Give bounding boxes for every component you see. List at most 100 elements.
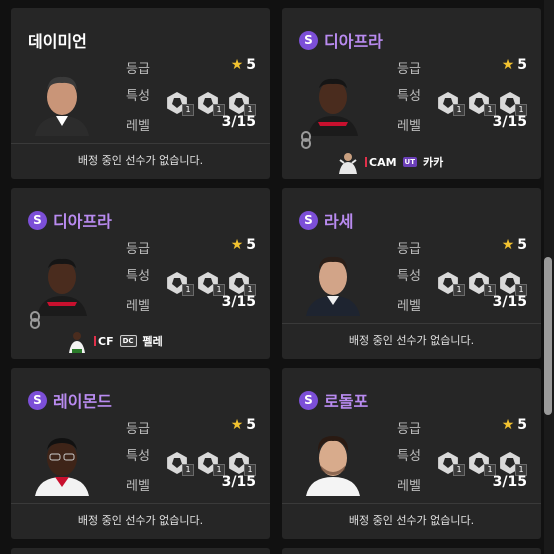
coach-name: S 로돌포 bbox=[299, 388, 368, 412]
assigned-player[interactable]: CF DC 펠레 bbox=[66, 329, 163, 353]
level-label: 레벨 bbox=[397, 479, 421, 494]
coach-name: S 라세 bbox=[299, 208, 353, 232]
coach-card-partial-right[interactable] bbox=[282, 548, 541, 554]
trait-label: 특성 bbox=[397, 449, 421, 464]
level-value: 3/15 bbox=[492, 294, 527, 310]
coach-name-text: 디아프라 bbox=[53, 212, 112, 231]
scrollbar-thumb[interactable] bbox=[544, 257, 552, 415]
grade-label: 등급 bbox=[397, 62, 421, 77]
coach-name: S 디아프라 bbox=[299, 28, 383, 52]
season-badge-icon: DC bbox=[119, 335, 137, 347]
coach-card-partial-left[interactable] bbox=[11, 548, 270, 554]
grade-value: ★ 5 bbox=[501, 57, 527, 73]
position-label: CAM bbox=[365, 156, 397, 169]
coach-card-2[interactable]: S 디아프라 등급 ★ 5 특성 1 1 1 레벨 3/15 CF DC 펠레 bbox=[11, 188, 270, 359]
no-player-text: 배정 중인 선수가 없습니다. bbox=[77, 514, 204, 527]
trait-icon[interactable]: 1 bbox=[197, 272, 225, 296]
star-icon: ★ bbox=[230, 57, 244, 73]
grade-value: ★ 5 bbox=[501, 237, 527, 253]
coach-name-text: 데이미언 bbox=[28, 32, 87, 51]
card-divider bbox=[11, 503, 270, 504]
season-badge-icon: UT bbox=[402, 157, 418, 167]
level-value: 3/15 bbox=[492, 114, 527, 130]
coach-card-0[interactable]: 데이미언 등급 ★ 5 특성 1 1 1 레벨 3/15 배정 중인 선수가 없습… bbox=[11, 8, 270, 179]
trait-icon[interactable]: 1 bbox=[468, 272, 496, 296]
star-icon: ★ bbox=[501, 417, 515, 433]
trait-icon[interactable]: 1 bbox=[197, 452, 225, 476]
coach-name-text: 로돌포 bbox=[324, 392, 369, 411]
star-icon: ★ bbox=[230, 237, 244, 253]
coach-name: S 레이몬드 bbox=[28, 388, 112, 412]
card-divider bbox=[11, 143, 270, 144]
card-divider bbox=[282, 323, 541, 324]
trait-icon[interactable]: 1 bbox=[499, 452, 527, 476]
trait-icon[interactable]: 1 bbox=[166, 272, 194, 296]
no-player-text: 배정 중인 선수가 없습니다. bbox=[348, 514, 475, 527]
grade-label: 등급 bbox=[126, 422, 150, 437]
trait-list: 1 1 1 bbox=[437, 92, 527, 116]
card-divider bbox=[282, 503, 541, 504]
special-badge-icon: S bbox=[299, 390, 318, 410]
coach-avatar bbox=[306, 436, 360, 496]
trait-icon[interactable]: 1 bbox=[437, 452, 465, 476]
position-label: CF bbox=[94, 335, 114, 348]
trait-list: 1 1 1 bbox=[437, 272, 527, 296]
coach-card-4[interactable]: S 레이몬드 등급 ★ 5 특성 1 1 1 레벨 3/15 배정 중인 선수가 … bbox=[11, 368, 270, 539]
trait-icon[interactable]: 1 bbox=[166, 452, 194, 476]
trait-icon[interactable]: 1 bbox=[197, 92, 225, 116]
coach-avatar bbox=[306, 256, 360, 316]
trait-icon[interactable]: 1 bbox=[499, 272, 527, 296]
grade-value: ★ 5 bbox=[230, 237, 256, 253]
star-icon: ★ bbox=[501, 237, 515, 253]
trait-icon[interactable]: 1 bbox=[228, 272, 256, 296]
special-badge-icon: S bbox=[299, 30, 318, 50]
trait-label: 특성 bbox=[126, 269, 150, 284]
level-value: 3/15 bbox=[221, 474, 256, 490]
coach-card-3[interactable]: S 라세 등급 ★ 5 특성 1 1 1 레벨 3/15 배정 중인 선수가 없습… bbox=[282, 188, 541, 359]
grade-value: ★ 5 bbox=[230, 417, 256, 433]
coach-name-text: 라세 bbox=[324, 212, 354, 231]
assigned-player-thumbnail bbox=[69, 332, 85, 353]
level-value: 3/15 bbox=[221, 114, 256, 130]
trait-icon[interactable]: 1 bbox=[228, 452, 256, 476]
assigned-player-name: 카카 bbox=[423, 156, 444, 169]
trait-icon[interactable]: 1 bbox=[166, 92, 194, 116]
coach-name: S 디아프라 bbox=[28, 208, 112, 232]
coach-avatar bbox=[308, 78, 358, 136]
grade-value: ★ 5 bbox=[501, 417, 527, 433]
trait-icon[interactable]: 1 bbox=[468, 452, 496, 476]
coach-name-text: 디아프라 bbox=[324, 32, 383, 51]
trait-label: 특성 bbox=[397, 269, 421, 284]
star-icon: ★ bbox=[230, 417, 244, 433]
coach-avatar bbox=[37, 258, 87, 316]
special-badge-icon: S bbox=[28, 210, 47, 230]
trait-list: 1 1 1 bbox=[166, 92, 256, 116]
trait-icon[interactable]: 1 bbox=[437, 272, 465, 296]
trait-icon[interactable]: 1 bbox=[437, 92, 465, 116]
grade-value: ★ 5 bbox=[230, 57, 256, 73]
special-badge-icon: S bbox=[299, 210, 318, 230]
trait-icon[interactable]: 1 bbox=[499, 92, 527, 116]
no-player-text: 배정 중인 선수가 없습니다. bbox=[77, 154, 204, 167]
level-value: 3/15 bbox=[492, 474, 527, 490]
coach-name-text: 레이몬드 bbox=[53, 392, 112, 411]
level-value: 3/15 bbox=[221, 294, 256, 310]
trait-icon[interactable]: 1 bbox=[228, 92, 256, 116]
coach-name: 데이미언 bbox=[28, 28, 87, 52]
grade-label: 등급 bbox=[126, 62, 150, 77]
assigned-player-name: 펠레 bbox=[142, 335, 163, 348]
trait-icon[interactable]: 1 bbox=[468, 92, 496, 116]
grade-label: 등급 bbox=[397, 242, 421, 257]
no-player-text: 배정 중인 선수가 없습니다. bbox=[348, 334, 475, 347]
level-label: 레벨 bbox=[126, 479, 150, 494]
assigned-player[interactable]: CAM UT 카카 bbox=[337, 150, 443, 174]
coach-avatar bbox=[35, 76, 89, 136]
trait-list: 1 1 1 bbox=[166, 452, 256, 476]
level-label: 레벨 bbox=[397, 119, 421, 134]
star-icon: ★ bbox=[501, 57, 515, 73]
coach-card-5[interactable]: S 로돌포 등급 ★ 5 특성 1 1 1 레벨 3/15 배정 중인 선수가 없… bbox=[282, 368, 541, 539]
grade-label: 등급 bbox=[397, 422, 421, 437]
coach-card-1[interactable]: S 디아프라 등급 ★ 5 특성 1 1 1 레벨 3/15 CAM UT 카카 bbox=[282, 8, 541, 179]
level-label: 레벨 bbox=[397, 299, 421, 314]
coach-avatar bbox=[35, 438, 89, 496]
